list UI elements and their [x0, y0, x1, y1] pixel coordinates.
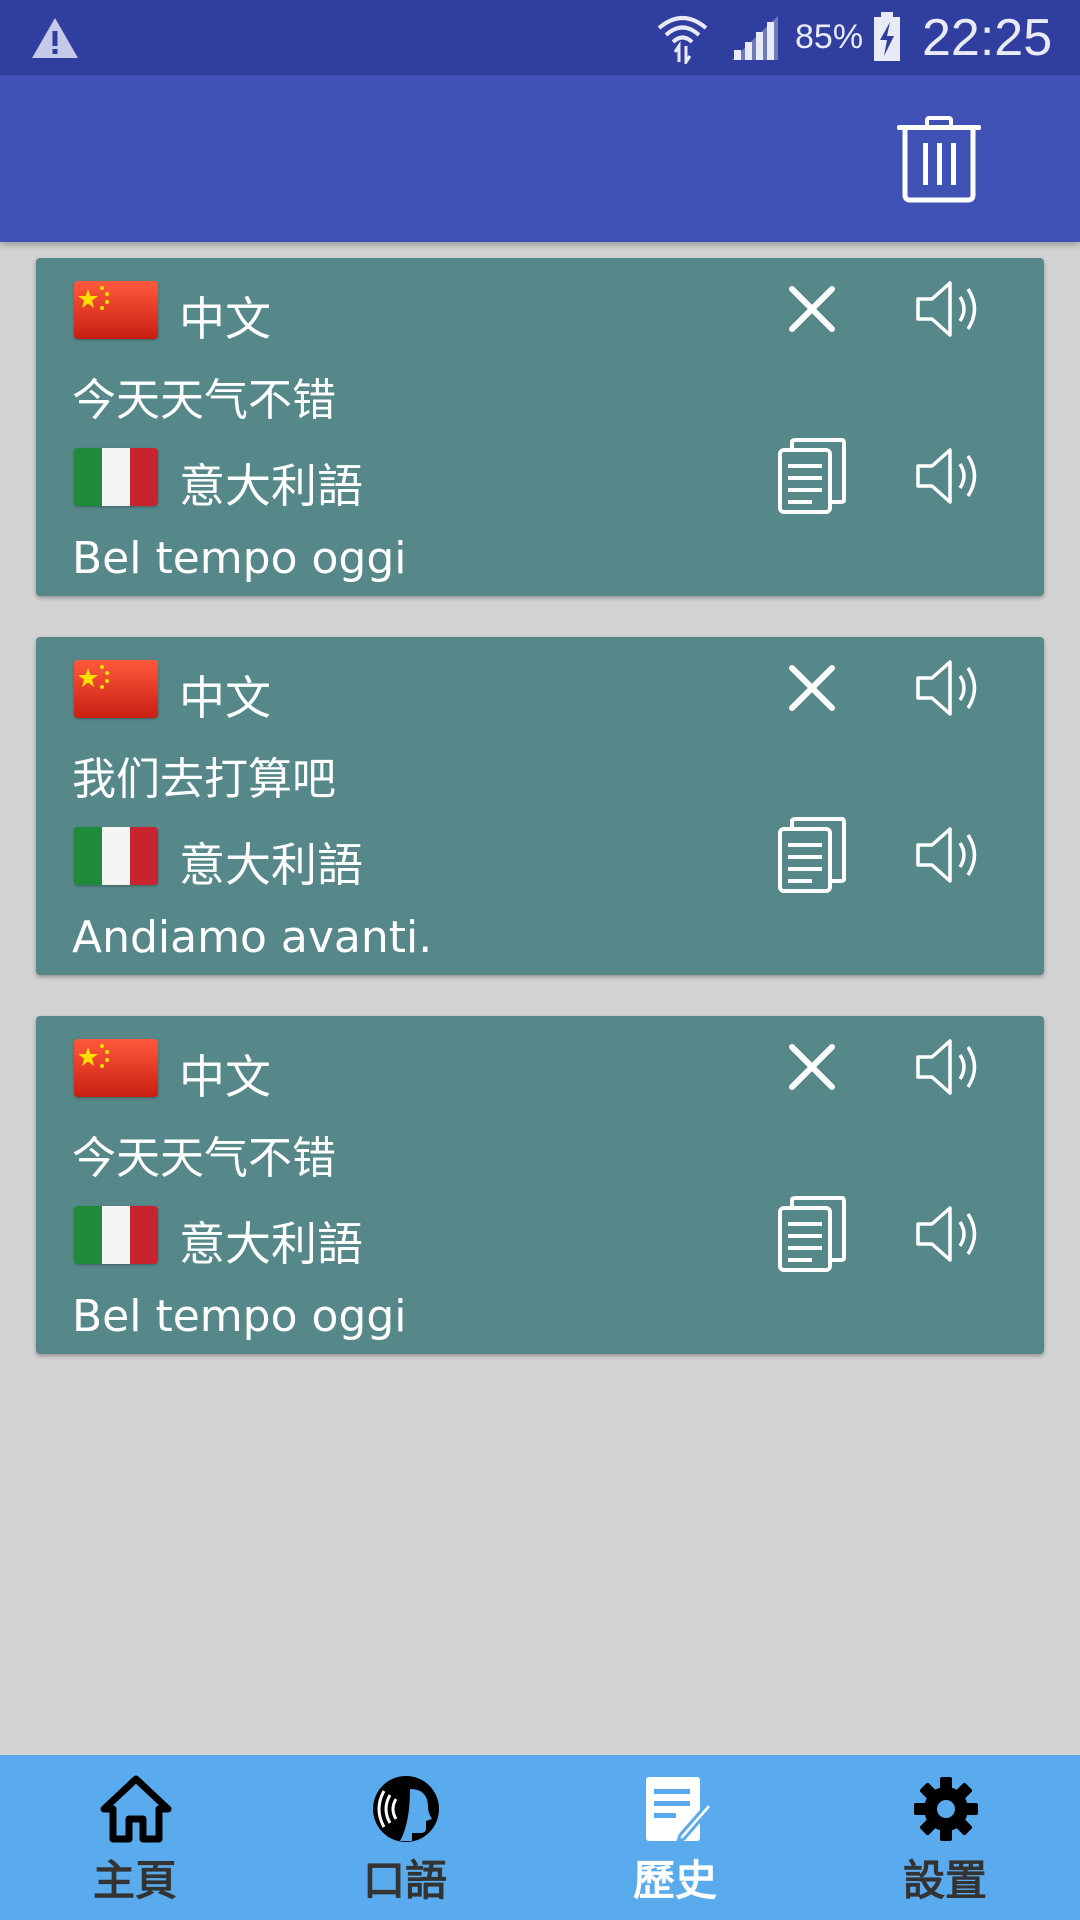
- clock: 22:25: [922, 9, 1053, 67]
- target-lang-label: 意大利語: [179, 1217, 363, 1271]
- source-text: 我们去打算吧: [72, 754, 336, 805]
- nav-settings-label: 設置: [902, 1856, 987, 1905]
- battery-percent: 85%: [795, 18, 864, 56]
- source-text: 今天天气不错: [72, 375, 336, 426]
- battery-charging-icon: [874, 12, 900, 61]
- nav-history-label: 歷史: [632, 1856, 717, 1905]
- target-text: Andiamo avanti.: [72, 912, 433, 963]
- source-lang-label: 中文: [179, 1050, 271, 1104]
- source-lang-label: 中文: [179, 671, 271, 725]
- target-text: Bel tempo oggi: [72, 1291, 407, 1342]
- nav-speak[interactable]: 口語: [270, 1755, 540, 1920]
- target-lang-row: 意大利語: [36, 815, 1044, 895]
- china-flag-icon: [74, 281, 158, 339]
- nav-settings[interactable]: 設置: [810, 1755, 1080, 1920]
- source-lang-label: 中文: [179, 292, 271, 346]
- wifi-icon: [657, 16, 708, 64]
- speaker-icon[interactable]: [908, 1194, 988, 1274]
- source-lang-row: 中文: [36, 269, 1044, 349]
- nav-home[interactable]: 主頁: [0, 1755, 270, 1920]
- status-bar: 85% 22:25: [0, 0, 1080, 75]
- china-flag-icon: [74, 660, 158, 718]
- app-bar: [0, 75, 1080, 242]
- speak-icon: [373, 1776, 439, 1842]
- target-lang-row: 意大利語: [36, 1194, 1044, 1274]
- close-icon[interactable]: [772, 648, 852, 728]
- delete-all-icon[interactable]: [895, 115, 983, 203]
- source-lang-row: 中文: [36, 648, 1044, 728]
- copy-icon[interactable]: [772, 1194, 852, 1274]
- copy-icon[interactable]: [772, 815, 852, 895]
- bottom-navigation: 主頁 口語 歷史 設置: [0, 1755, 1080, 1920]
- italy-flag-icon: [74, 827, 158, 885]
- target-lang-label: 意大利語: [179, 838, 363, 892]
- target-lang-label: 意大利語: [179, 459, 363, 513]
- nav-history[interactable]: 歷史: [540, 1755, 810, 1920]
- target-text: Bel tempo oggi: [72, 533, 407, 584]
- nav-home-label: 主頁: [92, 1856, 177, 1905]
- speaker-icon[interactable]: [908, 648, 988, 728]
- signal-icon: [732, 16, 778, 60]
- italy-flag-icon: [74, 1206, 158, 1264]
- history-card: 中文 今天天气不错 意大利語 Bel tempo oggi: [36, 258, 1044, 596]
- speaker-icon[interactable]: [908, 436, 988, 516]
- history-card: 中文 今天天气不错 意大利語 Bel tempo oggi: [36, 1016, 1044, 1354]
- nav-speak-label: 口語: [362, 1856, 447, 1905]
- history-card: 中文 我们去打算吧 意大利語 Andiamo avanti.: [36, 637, 1044, 975]
- close-icon[interactable]: [772, 1027, 852, 1107]
- speaker-icon[interactable]: [908, 815, 988, 895]
- target-lang-row: 意大利語: [36, 436, 1044, 516]
- source-text: 今天天气不错: [72, 1133, 336, 1184]
- warning-icon: [32, 18, 78, 58]
- speaker-icon[interactable]: [908, 1027, 988, 1107]
- source-lang-row: 中文: [36, 1027, 1044, 1107]
- home-icon: [100, 1775, 172, 1843]
- copy-icon[interactable]: [772, 436, 852, 516]
- italy-flag-icon: [74, 448, 158, 506]
- china-flag-icon: [74, 1039, 158, 1097]
- gear-icon: [914, 1777, 978, 1841]
- history-icon: [646, 1777, 712, 1844]
- close-icon[interactable]: [772, 269, 852, 349]
- speaker-icon[interactable]: [908, 269, 988, 349]
